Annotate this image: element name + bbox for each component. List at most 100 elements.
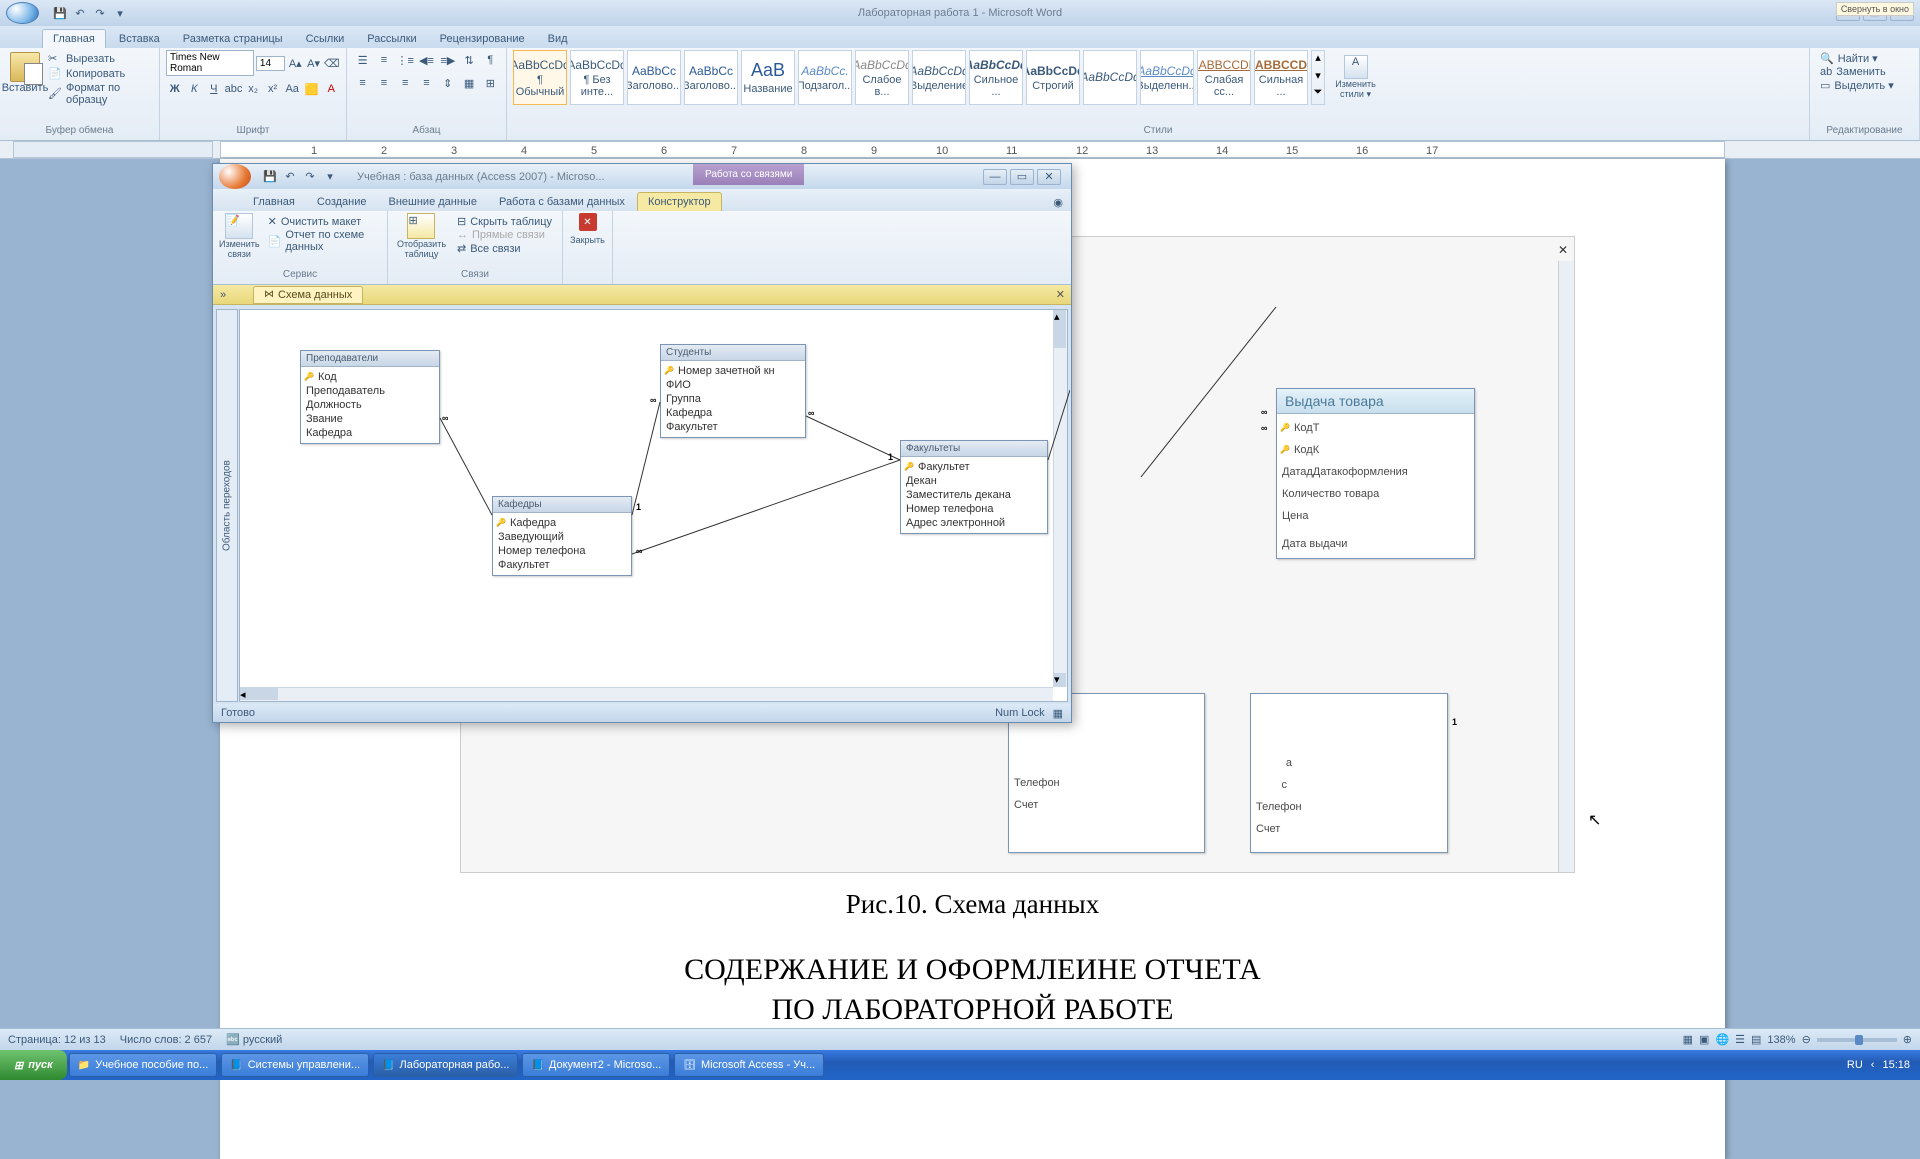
select-button[interactable]: ▭Выделить ▾ — [1820, 79, 1909, 92]
undo-icon[interactable]: ↶ — [71, 4, 89, 22]
access-close-button[interactable]: ✕ — [1037, 169, 1061, 185]
system-tray[interactable]: RU ‹ 15:18 — [1847, 1059, 1920, 1071]
show-table-button[interactable]: ⊞ Отобразить таблицу — [394, 213, 449, 259]
cut-button[interactable]: ✂Вырезать — [48, 52, 149, 66]
taskbar-item-5[interactable]: 🗄 Microsoft Access - Уч... — [674, 1053, 824, 1077]
view-web-icon[interactable]: 🌐 — [1715, 1033, 1729, 1046]
atab-external[interactable]: Внешние данные — [379, 193, 487, 211]
schema-canvas[interactable]: ▴▾ ◂ Преподаватели Код Преподаватель Дол… — [239, 309, 1068, 702]
borders-icon[interactable]: ⊞ — [481, 73, 500, 93]
tab-layout[interactable]: Разметка страницы — [173, 30, 293, 48]
font-color-icon[interactable]: A — [322, 79, 340, 99]
bullets-icon[interactable]: ☰ — [353, 50, 372, 70]
showmarks-icon[interactable]: ¶ — [481, 50, 500, 70]
access-help-icon[interactable]: ◉ — [1045, 194, 1071, 211]
view-printlayout-icon[interactable]: ▦ — [1683, 1033, 1693, 1046]
numbering-icon[interactable]: ≡ — [374, 50, 393, 70]
horizontal-ruler[interactable]: 1234567891011121314151617 — [0, 141, 1920, 159]
schema-vscroll[interactable]: ▴▾ — [1053, 310, 1067, 687]
nav-expand-icon[interactable]: » — [213, 289, 233, 301]
multilevel-icon[interactable]: ⋮≡ — [396, 50, 415, 70]
taskbar-item-1[interactable]: 📁 Учебное пособие по... — [69, 1053, 218, 1077]
schema-tab-close-icon[interactable]: ✕ — [1050, 288, 1071, 301]
tab-view[interactable]: Вид — [538, 30, 578, 48]
view-outline-icon[interactable]: ☰ — [1735, 1033, 1745, 1046]
save-icon[interactable]: 💾 — [51, 4, 69, 22]
table-kaf[interactable]: Кафедры Кафедра Заведующий Номер телефон… — [492, 496, 632, 576]
office-button[interactable] — [6, 2, 39, 24]
schema-tab[interactable]: ⋈ Схема данных — [253, 286, 363, 304]
tab-refs[interactable]: Ссылки — [296, 30, 355, 48]
superscript-icon[interactable]: x² — [264, 79, 282, 99]
find-button[interactable]: 🔍Найти ▾ — [1820, 52, 1909, 65]
access-restore-button[interactable]: ▭ — [1010, 169, 1034, 185]
relation-report-button[interactable]: 📄Отчет по схеме данных — [268, 229, 377, 253]
align-justify-icon[interactable]: ≡ — [417, 73, 436, 93]
tab-review[interactable]: Рецензирование — [430, 30, 535, 48]
direct-rel-button[interactable]: ↔Прямые связи — [457, 229, 552, 241]
atab-create[interactable]: Создание — [307, 193, 377, 211]
paste-button[interactable]: Вставить — [6, 50, 44, 108]
minimize-ribbon-tip[interactable]: Свернуть в окно — [1836, 2, 1914, 16]
align-right-icon[interactable]: ≡ — [396, 73, 415, 93]
access-undo-icon[interactable]: ↶ — [281, 168, 299, 186]
zoom-slider[interactable] — [1817, 1038, 1897, 1042]
highlight-icon[interactable]: 🟨 — [303, 79, 321, 99]
edit-relations-button[interactable]: 📝 Изменить связи — [219, 213, 260, 259]
access-view-icon[interactable]: ▦ — [1053, 707, 1063, 720]
align-left-icon[interactable]: ≡ — [353, 73, 372, 93]
subscript-icon[interactable]: x₂ — [244, 79, 262, 99]
atab-dbtools[interactable]: Работа с базами данных — [489, 193, 635, 211]
zoom-out-icon[interactable]: ⊖ — [1802, 1033, 1811, 1046]
access-minimize-button[interactable]: — — [983, 169, 1007, 185]
view-fullscreen-icon[interactable]: ▣ — [1699, 1033, 1709, 1046]
close-relations-button[interactable]: ✕ Закрыть — [569, 213, 606, 245]
access-office-button[interactable] — [219, 164, 251, 189]
clear-format-icon[interactable]: ⌫ — [324, 53, 340, 73]
redo-icon[interactable]: ↷ — [91, 4, 109, 22]
access-redo-icon[interactable]: ↷ — [301, 168, 319, 186]
zoom-value[interactable]: 138% — [1767, 1034, 1795, 1046]
clear-layout-button[interactable]: ✕Очистить макет — [268, 215, 377, 228]
status-words[interactable]: Число слов: 2 657 — [120, 1034, 212, 1046]
status-lang[interactable]: 🔤 русский — [226, 1033, 282, 1046]
bold-icon[interactable]: Ж — [166, 79, 184, 99]
grow-font-icon[interactable]: A▴ — [287, 53, 303, 73]
change-styles-button[interactable]: A Изменить стили ▾ — [1328, 50, 1383, 105]
shrink-font-icon[interactable]: A▾ — [305, 53, 321, 73]
font-size-combo[interactable]: 14 — [256, 56, 285, 71]
access-qat-more-icon[interactable]: ▾ — [321, 168, 339, 186]
underline-icon[interactable]: Ч — [205, 79, 223, 99]
atab-design[interactable]: Конструктор — [637, 192, 722, 211]
table-prep[interactable]: Преподаватели Код Преподаватель Должност… — [300, 350, 440, 444]
view-draft-icon[interactable]: ▤ — [1751, 1033, 1761, 1046]
change-case-icon[interactable]: Aa — [283, 79, 301, 99]
hide-table-button[interactable]: ⊟Скрыть таблицу — [457, 215, 552, 228]
taskbar-item-4[interactable]: 📘 Документ2 - Microso... — [522, 1053, 670, 1077]
sort-icon[interactable]: ⇅ — [459, 50, 478, 70]
linespacing-icon[interactable]: ⇕ — [438, 73, 457, 93]
align-center-icon[interactable]: ≡ — [374, 73, 393, 93]
atab-home[interactable]: Главная — [243, 193, 305, 211]
indent-left-icon[interactable]: ◀≡ — [417, 50, 436, 70]
italic-icon[interactable]: К — [186, 79, 204, 99]
taskbar-item-2[interactable]: 📘 Системы управлени... — [221, 1053, 369, 1077]
copy-button[interactable]: 📄Копировать — [48, 67, 149, 81]
taskbar-item-3[interactable]: 📘 Лабораторная рабо... — [373, 1053, 518, 1077]
zoom-in-icon[interactable]: ⊕ — [1903, 1033, 1912, 1046]
strike-icon[interactable]: abc — [225, 79, 243, 99]
format-painter-button[interactable]: 🖌Формат по образцу — [48, 82, 149, 106]
all-rel-button[interactable]: ⇄Все связи — [457, 242, 552, 255]
font-name-combo[interactable]: Times New Roman — [166, 50, 254, 76]
qat-more-icon[interactable]: ▾ — [111, 4, 129, 22]
status-page[interactable]: Страница: 12 из 13 — [8, 1034, 106, 1046]
styles-gallery[interactable]: AaBbCcDd¶ Обычный AaBbCcDd¶ Без инте... … — [513, 50, 1803, 105]
indent-right-icon[interactable]: ≡▶ — [438, 50, 457, 70]
access-save-icon[interactable]: 💾 — [261, 168, 279, 186]
schema-hscroll[interactable]: ◂ — [240, 687, 1053, 701]
shading-icon[interactable]: ▦ — [459, 73, 478, 93]
start-button[interactable]: ⊞пуск — [0, 1050, 67, 1080]
replace-button[interactable]: abЗаменить — [1820, 66, 1909, 78]
tab-home[interactable]: Главная — [42, 29, 106, 48]
tab-insert[interactable]: Вставка — [109, 30, 170, 48]
